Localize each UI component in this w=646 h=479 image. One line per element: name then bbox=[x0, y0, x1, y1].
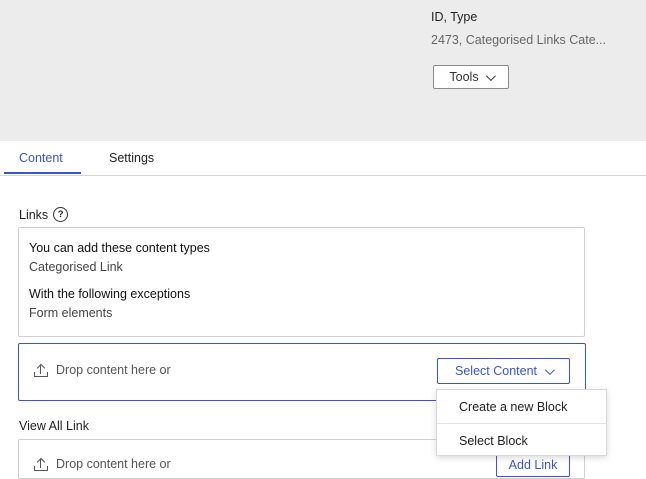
select-content-menu: Create a new Block Select Block bbox=[436, 389, 607, 456]
block-info-panel: ID, Type 2473, Categorised Links Cate...… bbox=[0, 0, 646, 141]
allowed-types-box: You can add these content types Categori… bbox=[18, 227, 585, 337]
chevron-down-icon bbox=[485, 70, 496, 81]
allowed-types-value: Categorised Link bbox=[29, 260, 123, 274]
view-all-link-label: View All Link bbox=[19, 419, 89, 433]
help-icon[interactable]: ? bbox=[53, 207, 69, 222]
meta-value: 2473, Categorised Links Cate... bbox=[431, 33, 607, 47]
active-tab-indicator bbox=[4, 172, 81, 174]
select-content-button[interactable]: Select Content bbox=[437, 358, 570, 384]
exceptions-heading: With the following exceptions bbox=[29, 287, 191, 301]
tab-content[interactable]: Content bbox=[19, 151, 63, 165]
drop-hint: Drop content here or bbox=[34, 363, 171, 377]
allowed-types-heading: You can add these content types bbox=[29, 241, 210, 255]
drop-hint-text: Drop content here or bbox=[56, 363, 171, 377]
tab-settings[interactable]: Settings bbox=[109, 151, 154, 165]
drop-hint: Drop content here or bbox=[34, 457, 171, 471]
upload-icon bbox=[34, 457, 48, 471]
exceptions-value: Form elements bbox=[29, 306, 113, 320]
meta-label: ID, Type bbox=[431, 10, 478, 24]
menu-item-select-block[interactable]: Select Block bbox=[437, 424, 606, 457]
select-content-label: Select Content bbox=[455, 364, 537, 378]
tab-bar: Content Settings bbox=[0, 141, 646, 176]
tools-button[interactable]: Tools bbox=[433, 65, 509, 89]
upload-icon bbox=[34, 363, 48, 377]
tools-button-label: Tools bbox=[449, 70, 479, 84]
links-field-label: Links ? bbox=[19, 207, 69, 222]
links-label-text: Links bbox=[19, 207, 49, 222]
menu-item-create-new-block[interactable]: Create a new Block bbox=[437, 390, 606, 423]
chevron-down-icon bbox=[544, 364, 555, 375]
drop-hint-text: Drop content here or bbox=[56, 457, 171, 471]
